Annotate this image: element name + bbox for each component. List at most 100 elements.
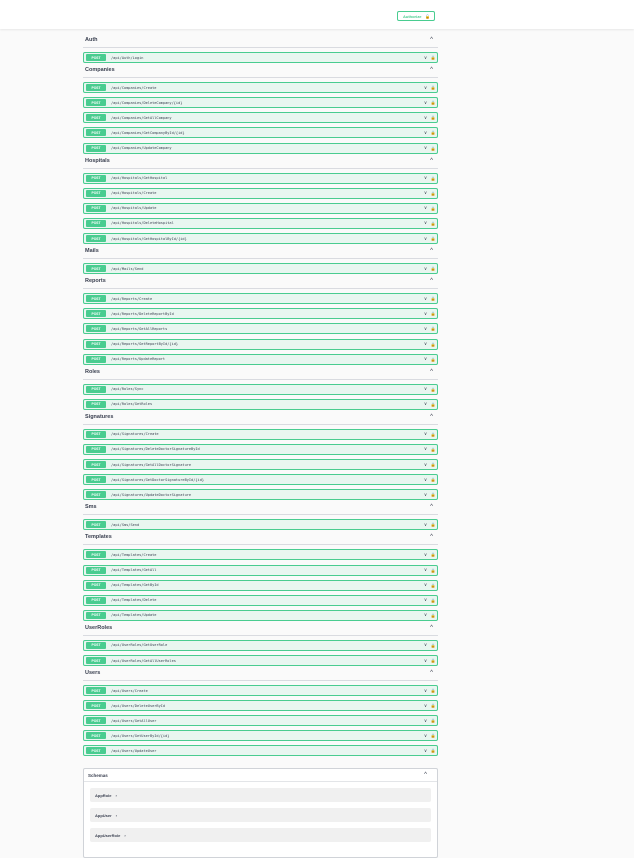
chevron-right-icon[interactable]: › [115,793,116,798]
chevron-up-icon[interactable]: ^ [424,772,432,778]
lock-icon[interactable]: 🔒 [429,447,437,452]
lock-icon[interactable]: 🔒 [429,688,437,693]
operation-row[interactable]: POST/api/Companies/GetCompanyById/{id} ∨ 🔒 [83,127,438,139]
tag-header[interactable]: Reports ^ [83,274,438,290]
lock-icon[interactable]: 🔒 [429,568,437,573]
chevron-down-icon[interactable]: ∨ [422,642,429,648]
lock-icon[interactable]: 🔒 [429,583,437,588]
chevron-up-icon[interactable]: ^ [430,414,438,420]
lock-icon[interactable]: 🔒 [429,733,437,738]
lock-icon[interactable]: 🔒 [429,176,437,181]
chevron-down-icon[interactable]: ∨ [422,311,429,317]
chevron-down-icon[interactable]: ∨ [422,567,429,573]
lock-icon[interactable]: 🔒 [429,748,437,753]
chevron-up-icon[interactable]: ^ [430,369,438,375]
lock-icon[interactable]: 🔒 [429,492,437,497]
lock-icon[interactable]: 🔒 [429,130,437,135]
tag-header[interactable]: Signatures ^ [83,410,438,425]
operation-row[interactable]: POST/api/Users/Create ∨ 🔒 [83,685,438,697]
chevron-up-icon[interactable]: ^ [430,67,438,73]
operation-row[interactable]: POST/api/Sms/Send ∨ 🔒 [83,519,438,531]
operation-row[interactable]: POST/api/Hospitals/GetHospital ∨ 🔒 [83,172,438,184]
chevron-up-icon[interactable]: ^ [430,504,438,510]
chevron-up-icon[interactable]: ^ [430,625,438,631]
chevron-down-icon[interactable]: ∨ [422,130,429,136]
operation-row[interactable]: POST/api/Reports/UpdateReport ∨ 🔒 [83,353,438,365]
chevron-down-icon[interactable]: ∨ [422,688,429,694]
chevron-down-icon[interactable]: ∨ [422,612,429,618]
operation-row[interactable]: POST/api/UserRoles/GetUserRole ∨ 🔒 [83,639,438,651]
chevron-up-icon[interactable]: ^ [430,278,438,284]
chevron-down-icon[interactable]: ∨ [422,733,429,739]
operation-row[interactable]: POST/api/Users/GetUserById/{id} ∨ 🔒 [83,730,438,742]
operation-row[interactable]: POST/api/Hospitals/GetHospitalById/{id} ∨… [83,233,438,245]
operation-row[interactable]: POST/api/Users/DeleteUserById ∨ 🔒 [83,700,438,712]
chevron-down-icon[interactable]: ∨ [422,552,429,558]
chevron-down-icon[interactable]: ∨ [422,145,429,151]
lock-icon[interactable]: 🔒 [429,85,437,90]
tag-header[interactable]: Mails ^ [83,244,438,260]
chevron-down-icon[interactable]: ∨ [422,748,429,754]
chevron-right-icon[interactable]: › [124,833,125,838]
chevron-down-icon[interactable]: ∨ [422,401,429,407]
operation-row[interactable]: POST/api/Mails/Send ∨ 🔒 [83,263,438,275]
tag-header[interactable]: Sms ^ [83,500,438,516]
lock-icon[interactable]: 🔒 [429,402,437,407]
operation-row[interactable]: POST/api/Templates/Create ∨ 🔒 [83,549,438,561]
tag-header[interactable]: UserRoles ^ [83,621,438,636]
operation-row[interactable]: POST/api/Hospitals/Create ∨ 🔒 [83,187,438,199]
operation-row[interactable]: POST/api/Companies/DeleteCompany/{id} ∨ 🔒 [83,97,438,109]
operation-row[interactable]: POST/api/Templates/Update ∨ 🔒 [83,609,438,621]
lock-icon[interactable]: 🔒 [429,311,437,316]
chevron-down-icon[interactable]: ∨ [422,431,429,437]
tag-header[interactable]: Companies ^ [83,63,438,79]
operation-row[interactable]: POST/api/Templates/Delete ∨ 🔒 [83,594,438,606]
chevron-up-icon[interactable]: ^ [430,158,438,164]
lock-icon[interactable]: 🔒 [429,357,437,362]
lock-icon[interactable]: 🔒 [429,703,437,708]
operation-row[interactable]: POST/api/Hospitals/DeleteHospital ∨ 🔒 [83,217,438,229]
lock-icon[interactable]: 🔒 [429,221,437,226]
tag-header[interactable]: Auth ^ [83,33,438,48]
lock-icon[interactable]: 🔒 [429,326,437,331]
chevron-down-icon[interactable]: ∨ [422,115,429,121]
operation-row[interactable]: POST/api/Roles/Sync ∨ 🔒 [83,383,438,395]
chevron-down-icon[interactable]: ∨ [422,522,429,528]
lock-icon[interactable]: 🔒 [429,387,437,392]
operation-row[interactable]: POST/api/Signatures/DeleteDoctorSignatur… [83,443,438,455]
lock-icon[interactable]: 🔒 [429,462,437,467]
lock-icon[interactable]: 🔒 [429,658,437,663]
operation-row[interactable]: POST/api/Companies/GetAllCompany ∨ 🔒 [83,112,438,124]
chevron-down-icon[interactable]: ∨ [422,492,429,498]
chevron-down-icon[interactable]: ∨ [422,326,429,332]
chevron-up-icon[interactable]: ^ [430,534,438,540]
lock-icon[interactable]: 🔒 [429,266,437,271]
operation-row[interactable]: POST/api/Reports/GetAllReports ∨ 🔒 [83,323,438,335]
operation-row[interactable]: POST/api/Signatures/GetAllDoctorSignatur… [83,459,438,471]
operation-row[interactable]: POST/api/Reports/DeleteReportById ∨ 🔒 [83,308,438,320]
chevron-down-icon[interactable]: ∨ [422,266,429,272]
chevron-down-icon[interactable]: ∨ [422,100,429,106]
lock-icon[interactable]: 🔒 [429,598,437,603]
chevron-down-icon[interactable]: ∨ [422,85,429,91]
chevron-down-icon[interactable]: ∨ [422,296,429,302]
lock-icon[interactable]: 🔒 [429,552,437,557]
chevron-down-icon[interactable]: ∨ [422,220,429,226]
lock-icon[interactable]: 🔒 [429,236,437,241]
lock-icon[interactable]: 🔒 [429,432,437,437]
chevron-down-icon[interactable]: ∨ [422,55,429,61]
chevron-up-icon[interactable]: ^ [430,248,438,254]
operation-row[interactable]: POST/api/Hospitals/Update ∨ 🔒 [83,202,438,214]
chevron-right-icon[interactable]: › [116,813,117,818]
lock-icon[interactable]: 🔒 [429,206,437,211]
chevron-down-icon[interactable]: ∨ [422,718,429,724]
lock-icon[interactable]: 🔒 [429,643,437,648]
chevron-down-icon[interactable]: ∨ [422,236,429,242]
schema-model[interactable]: AppRole › [90,788,431,802]
tag-header[interactable]: Users ^ [83,666,438,681]
operation-row[interactable]: POST/api/Templates/GetById ∨ 🔒 [83,579,438,591]
operation-row[interactable]: POST/api/UserRoles/GetAllUserRoles ∨ 🔒 [83,655,438,666]
operation-row[interactable]: POST/api/Templates/GetAll ∨ 🔒 [83,564,438,576]
chevron-down-icon[interactable]: ∨ [422,386,429,392]
chevron-down-icon[interactable]: ∨ [422,175,429,181]
